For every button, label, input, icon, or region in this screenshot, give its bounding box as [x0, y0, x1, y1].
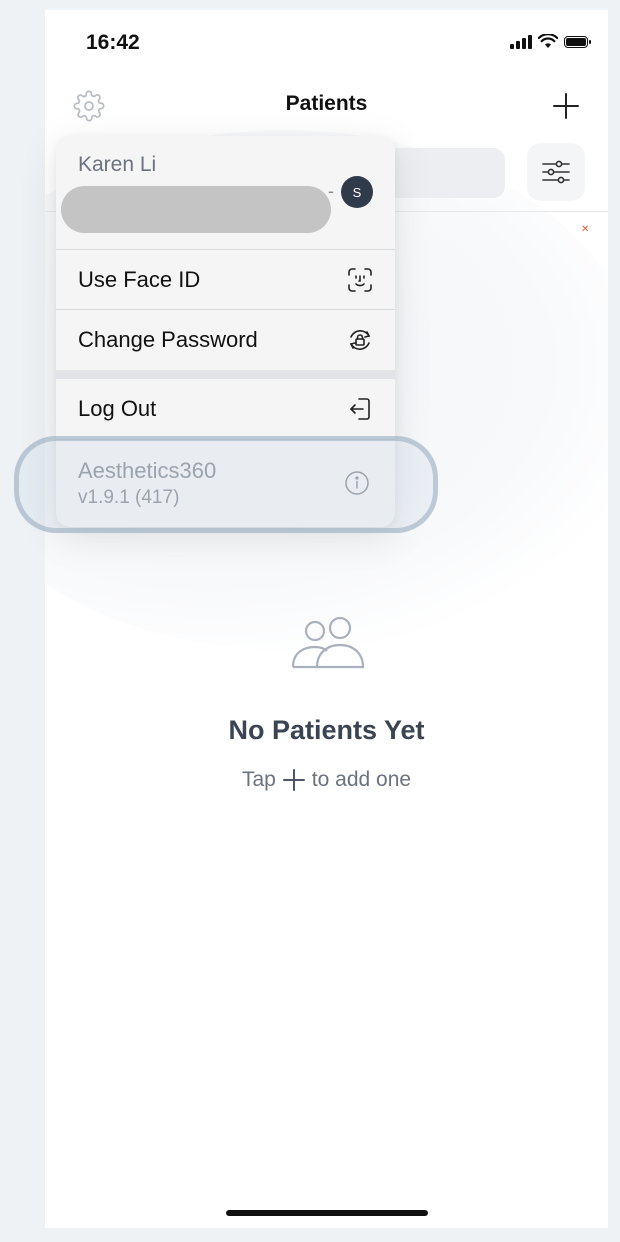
- status-time: 16:42: [86, 31, 140, 54]
- menu-item-change-password[interactable]: Change Password: [56, 310, 395, 370]
- sync-indicator-icon: ✕: [581, 224, 590, 235]
- menu-item-label: Use Face ID: [78, 267, 201, 292]
- sliders-icon: [542, 160, 570, 184]
- menu-user-header: Karen Li - S: [56, 136, 395, 249]
- empty-state-subtitle-after: to add one: [311, 768, 412, 791]
- menu-item-label: Change Password: [78, 327, 258, 352]
- add-patient-plus-icon[interactable]: [552, 92, 580, 120]
- email-separator: -: [328, 181, 334, 201]
- battery-icon: [564, 35, 591, 48]
- search-field[interactable]: [385, 148, 505, 198]
- redacted-email: [61, 186, 331, 233]
- empty-state-title: No Patients Yet: [228, 715, 425, 745]
- empty-state: No Patients Yet Tap to add one: [45, 615, 608, 792]
- wifi-icon: [538, 34, 558, 48]
- plus-icon: [282, 769, 305, 791]
- avatar: S: [341, 176, 373, 208]
- empty-state-subtitle-before: Tap: [241, 768, 276, 791]
- page-title: Patients: [285, 92, 368, 115]
- face-id-icon: [348, 268, 372, 292]
- menu-item-log-out[interactable]: Log Out: [56, 379, 395, 439]
- filter-button[interactable]: [527, 143, 585, 201]
- menu-item-face-id[interactable]: Use Face ID: [56, 250, 395, 310]
- empty-state-subtitle: Tap to add one: [45, 768, 608, 792]
- people-icon: [291, 616, 364, 669]
- status-icons: [510, 34, 591, 49]
- menu-item-label: Log Out: [78, 396, 157, 421]
- user-name: Karen Li: [78, 153, 157, 176]
- password-lock-icon: [349, 330, 371, 350]
- menu-section-gap: [56, 370, 395, 379]
- logout-icon: [350, 398, 370, 420]
- home-indicator[interactable]: [226, 1210, 428, 1216]
- cellular-signal-icon: [510, 34, 532, 49]
- tap-highlight-ring: [14, 436, 438, 533]
